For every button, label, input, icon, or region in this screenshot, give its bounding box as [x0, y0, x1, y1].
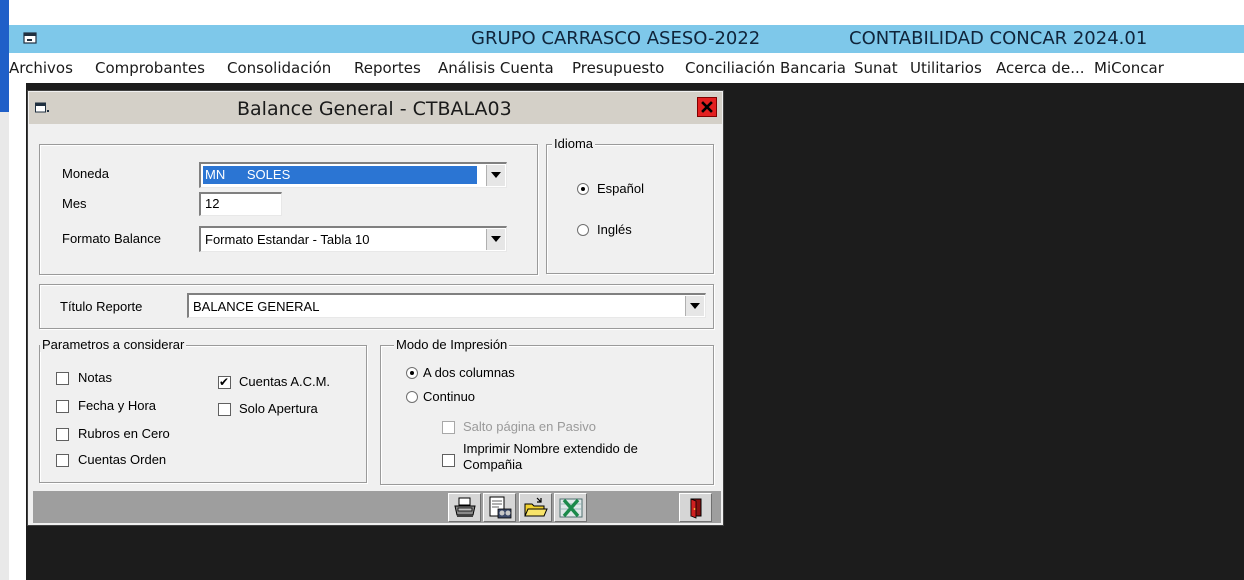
- radio-dos-columnas-label: A dos columnas: [423, 365, 515, 380]
- checkbox-cuentas-orden-label: Cuentas Orden: [78, 452, 167, 467]
- menu-reportes[interactable]: Reportes: [354, 59, 421, 77]
- radio-continuo[interactable]: [406, 391, 418, 403]
- checkbox-nombre-extendido-label-1: Imprimir Nombre extendido de: [463, 441, 638, 456]
- formato-balance-select[interactable]: Formato Estandar - Tabla 10: [199, 226, 507, 252]
- menu-utilitarios[interactable]: Utilitarios: [910, 59, 982, 77]
- checkbox-fecha-hora-label: Fecha y Hora: [78, 398, 157, 413]
- checkbox-salto-pagina-label: Salto página en Pasivo: [463, 419, 596, 434]
- app-icon[interactable]: [23, 31, 38, 46]
- radio-espanol[interactable]: [577, 183, 589, 195]
- print-button[interactable]: [448, 493, 481, 522]
- dialog-close-button[interactable]: [697, 97, 717, 117]
- open-folder-icon: [524, 497, 548, 517]
- checkbox-cuentas-acm[interactable]: ✔: [218, 376, 231, 389]
- menu-miconcar[interactable]: MiConcar: [1094, 59, 1164, 77]
- app-title-product: CONTABILIDAD CONCAR 2024.01: [849, 28, 1148, 49]
- checkbox-notas[interactable]: [56, 372, 69, 385]
- menu-consolidacion[interactable]: Consolidación: [227, 59, 331, 77]
- idioma-group: Idioma Español Inglés: [546, 136, 714, 274]
- idioma-legend: Idioma: [552, 136, 596, 151]
- checkbox-nombre-extendido-label-2: Compañia: [463, 457, 523, 472]
- open-button[interactable]: [519, 493, 552, 522]
- left-edge-accent: [0, 0, 9, 112]
- menu-conciliacion-bancaria[interactable]: Conciliación Bancaria: [685, 59, 846, 77]
- left-edge-gray: [0, 112, 9, 580]
- left-edge: [0, 0, 9, 580]
- close-icon: [701, 101, 713, 113]
- print-icon: [454, 497, 476, 517]
- checkbox-cuentas-acm-label: Cuentas A.C.M.: [239, 374, 331, 389]
- dialog-toolbar: [33, 491, 721, 523]
- check-icon: ✔: [219, 375, 230, 389]
- radio-espanol-label: Español: [597, 181, 644, 196]
- menu-acerca-de[interactable]: Acerca de...: [996, 59, 1085, 77]
- formato-dropdown-button[interactable]: [486, 229, 505, 250]
- titulo-reporte-group: Título Reporte BALANCE GENERAL: [39, 284, 714, 329]
- excel-icon: [559, 498, 583, 518]
- checkbox-solo-apertura-label: Solo Apertura: [239, 401, 318, 416]
- radio-dos-columnas[interactable]: [406, 367, 418, 379]
- moneda-selected-highlight: MN SOLES: [203, 166, 477, 184]
- radio-ingles[interactable]: [577, 224, 589, 236]
- menu-archivos[interactable]: Archivos: [9, 59, 73, 77]
- checkbox-rubros-cero[interactable]: [56, 428, 69, 441]
- export-excel-button[interactable]: [554, 493, 587, 522]
- exit-button[interactable]: [679, 493, 712, 522]
- preview-icon: [489, 496, 512, 519]
- moneda-value: MN SOLES: [205, 167, 291, 182]
- formato-balance-value: Formato Estandar - Tabla 10: [205, 232, 370, 247]
- modo-impresion-group: Modo de Impresión A dos columnas Continu…: [380, 337, 714, 485]
- checkbox-rubros-cero-label: Rubros en Cero: [78, 426, 170, 441]
- menu-analisis-cuenta[interactable]: Análisis Cuenta: [438, 59, 554, 77]
- top-blank: [9, 0, 1244, 25]
- radio-ingles-label: Inglés: [597, 222, 632, 237]
- moneda-label: Moneda: [62, 166, 109, 181]
- menu-comprobantes[interactable]: Comprobantes: [95, 59, 205, 77]
- parametros-group: Parametros a considerar Notas Fecha y Ho…: [39, 337, 367, 483]
- titulo-dropdown-button[interactable]: [685, 296, 704, 316]
- parametros-legend: Parametros a considerar: [40, 337, 187, 352]
- menu-presupuesto[interactable]: Presupuesto: [572, 59, 664, 77]
- dialog-window-icon[interactable]: [35, 102, 49, 114]
- app-title-company: GRUPO CARRASCO ASESO-2022: [471, 28, 761, 49]
- dialog-titlebar[interactable]: Balance General - CTBALA03: [29, 92, 722, 124]
- menu-sunat[interactable]: Sunat: [854, 59, 898, 77]
- balance-general-dialog: Balance General - CTBALA03 Moneda MN SOL…: [27, 90, 724, 526]
- checkbox-solo-apertura[interactable]: [218, 403, 231, 416]
- checkbox-salto-pagina[interactable]: [442, 421, 455, 434]
- moneda-dropdown-button[interactable]: [486, 165, 505, 186]
- radio-selected-dot: [581, 187, 585, 191]
- modo-impresion-legend: Modo de Impresión: [394, 337, 510, 352]
- mes-label: Mes: [62, 196, 87, 211]
- radio-selected-dot: [410, 371, 414, 375]
- chevron-down-icon: [690, 303, 700, 309]
- toolbar-spacer: [590, 493, 623, 522]
- checkbox-cuentas-orden[interactable]: [56, 454, 69, 467]
- mes-value: 12: [205, 196, 220, 211]
- dialog-title: Balance General - CTBALA03: [237, 98, 512, 120]
- titulo-reporte-value: BALANCE GENERAL: [193, 299, 320, 314]
- radio-continuo-label: Continuo: [423, 389, 476, 404]
- mes-input[interactable]: 12: [199, 192, 282, 216]
- formato-balance-label: Formato Balance: [62, 231, 161, 246]
- preview-button[interactable]: [483, 493, 516, 522]
- moneda-group: Moneda MN SOLES Mes 12 Formato Balance F…: [39, 144, 538, 275]
- titulo-reporte-label: Título Reporte: [60, 299, 143, 314]
- app-titlebar: GRUPO CARRASCO ASESO-2022 CONTABILIDAD C…: [9, 25, 1244, 53]
- checkbox-nombre-extendido[interactable]: [442, 454, 455, 467]
- chevron-down-icon: [491, 236, 501, 242]
- checkbox-notas-label: Notas: [78, 370, 112, 385]
- moneda-select[interactable]: MN SOLES: [199, 162, 507, 188]
- checkbox-fecha-hora[interactable]: [56, 400, 69, 413]
- exit-door-icon: [690, 498, 702, 519]
- chevron-down-icon: [491, 172, 501, 178]
- titulo-reporte-select[interactable]: BALANCE GENERAL: [187, 293, 706, 318]
- menubar: Archivos Comprobantes Consolidación Repo…: [9, 53, 1244, 83]
